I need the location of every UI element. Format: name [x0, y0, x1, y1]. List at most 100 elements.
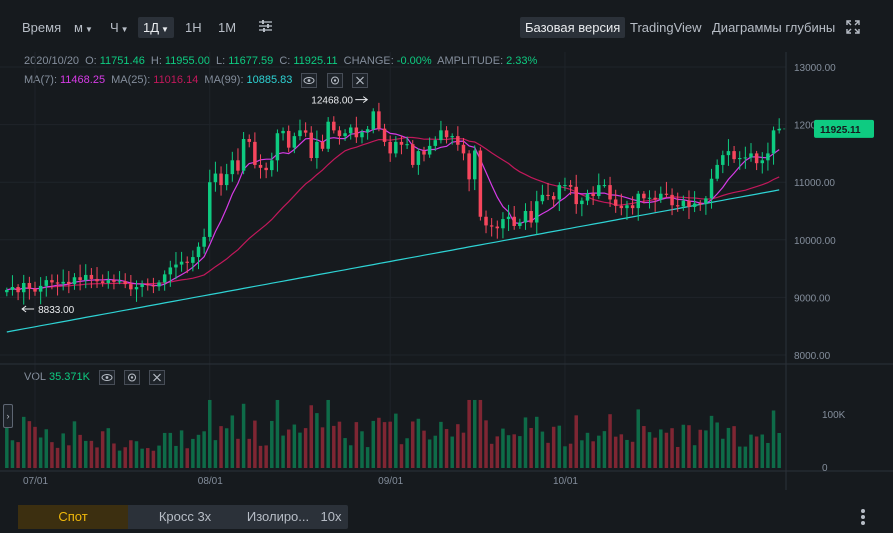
volume-bar	[224, 428, 229, 468]
candle	[191, 257, 195, 263]
tab-spot[interactable]: Спот	[18, 505, 128, 529]
candle	[489, 225, 494, 227]
volume-bar	[388, 421, 392, 468]
candle	[557, 185, 562, 200]
volume-bar	[202, 431, 206, 468]
volume-bar	[72, 421, 77, 468]
volume-bar	[670, 428, 674, 468]
interval-1w-button[interactable]: 1Н	[185, 20, 202, 35]
candle	[422, 151, 426, 155]
time-label[interactable]: Время	[22, 20, 61, 35]
candle	[315, 141, 319, 159]
volume-bar	[241, 403, 246, 468]
volume-bar	[732, 426, 736, 468]
candle	[151, 285, 156, 287]
volume-bar	[281, 435, 285, 468]
candle	[134, 287, 139, 290]
hour-dropdown[interactable]: Ч ▼	[110, 20, 129, 35]
volume-bar	[540, 431, 545, 468]
candle	[602, 185, 607, 187]
candle	[146, 284, 150, 286]
candle	[698, 203, 703, 205]
tab-cross-3x[interactable]: Кросс 3x	[140, 505, 230, 529]
candle	[371, 111, 376, 130]
volume-bar	[247, 438, 251, 468]
settings-sliders-icon[interactable]	[258, 19, 273, 36]
candle	[518, 222, 522, 226]
more-options-icon[interactable]	[861, 509, 865, 527]
volume-bar	[439, 421, 443, 468]
volume-bar	[546, 442, 550, 468]
ma25-line	[6, 136, 780, 291]
candle	[241, 139, 246, 171]
volume-bar	[38, 437, 43, 468]
volume-bar	[489, 443, 494, 468]
volume-bar	[574, 415, 578, 468]
volume-bar	[365, 447, 370, 468]
volume-bar	[275, 399, 280, 468]
candle	[456, 136, 460, 145]
volume-bar	[715, 422, 719, 468]
tab-isolated[interactable]: Изолиро...	[238, 505, 318, 529]
tradingview-tab[interactable]: TradingView	[630, 20, 702, 35]
volume-bar	[394, 413, 398, 468]
candlestick-chart[interactable]: 13000.0012000.0011000.0010000.009000.008…	[0, 52, 893, 492]
candle	[405, 144, 409, 146]
candle	[653, 197, 657, 200]
candle	[461, 144, 466, 154]
volume-bar	[410, 421, 415, 468]
volume-bar	[123, 447, 127, 468]
candle	[399, 141, 404, 145]
volume-bar	[10, 440, 15, 468]
volume-bar	[315, 413, 319, 468]
candle	[647, 197, 652, 199]
candle	[303, 130, 308, 133]
candle	[771, 130, 776, 154]
volume-bar	[461, 432, 466, 468]
candle	[484, 216, 488, 226]
volume-bar	[78, 434, 82, 468]
depth-chart-tab[interactable]: Диаграммы глубины	[712, 20, 835, 35]
price-tick-label: 11000.00	[794, 178, 835, 189]
volume-bar	[179, 430, 184, 468]
volume-bar	[563, 446, 567, 468]
ma7-line	[6, 127, 780, 291]
candle	[10, 287, 15, 290]
volume-bar	[625, 439, 629, 468]
volume-bar	[83, 440, 88, 468]
volume-bar	[456, 424, 460, 468]
candle	[360, 132, 364, 138]
low-price-label: 8833.00	[38, 305, 75, 316]
expand-panel-handle[interactable]: ›	[3, 404, 13, 428]
volume-bar	[21, 416, 26, 468]
candle	[749, 153, 753, 158]
price-tick-label: 13000.00	[794, 63, 836, 74]
volume-bar	[642, 426, 646, 468]
volume-bar	[630, 441, 635, 468]
interval-1m-button[interactable]: 1М	[218, 20, 236, 35]
chart-markers: 11925.11 12468.00 8833.00	[21, 96, 874, 316]
interval-1d-dropdown[interactable]: 1Д ▼	[138, 17, 174, 38]
volume-bar	[320, 427, 325, 468]
candle	[501, 219, 505, 229]
candle	[433, 140, 438, 146]
candle	[224, 174, 229, 186]
volume-bar	[675, 446, 680, 468]
candle	[219, 173, 223, 186]
candle	[630, 205, 635, 209]
volume-bar	[146, 448, 150, 468]
candle	[495, 226, 500, 229]
tab-10x[interactable]: 10x	[316, 505, 346, 529]
chevron-down-icon: ▼	[120, 25, 129, 34]
volume-bar	[659, 429, 663, 468]
candle	[664, 193, 669, 195]
volume-bar	[157, 445, 161, 468]
minute-dropdown[interactable]: м ▼	[74, 20, 93, 35]
candle	[365, 129, 370, 133]
volume-bar	[213, 440, 218, 468]
volume-bar	[580, 440, 584, 468]
basic-view-tab[interactable]: Базовая версия	[520, 17, 626, 38]
fullscreen-icon[interactable]	[846, 20, 860, 37]
volume-bar	[399, 444, 404, 468]
candle	[33, 288, 37, 292]
